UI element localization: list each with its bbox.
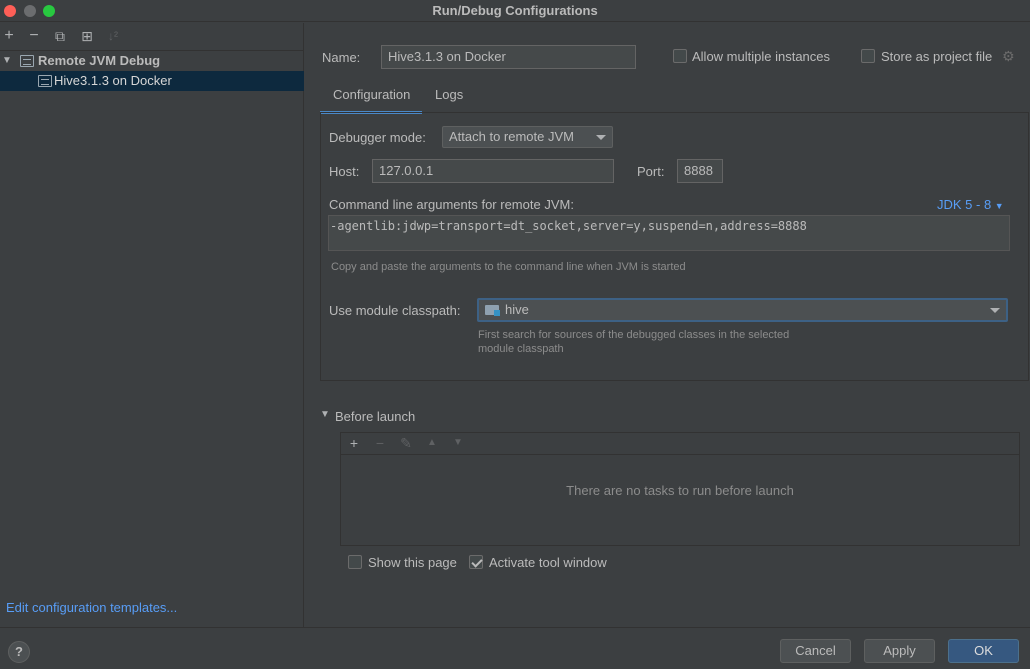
module-classpath-select[interactable]: hive (477, 298, 1008, 322)
remote-debug-icon (20, 55, 34, 67)
tab-logs[interactable]: Logs (422, 84, 476, 114)
title-bar: Run/Debug Configurations (0, 0, 1030, 22)
chevron-down-icon[interactable]: ▼ (320, 409, 330, 420)
remote-debug-icon (38, 75, 52, 87)
activate-tool-window-label: Activate tool window (489, 555, 607, 570)
chevron-down-icon[interactable]: ▼ (2, 51, 14, 71)
module-hint-line-2: module classpath (478, 343, 564, 355)
gear-icon[interactable]: ⚙ (1002, 48, 1015, 65)
cmd-args-field[interactable]: -agentlib:jdwp=transport=dt_socket,serve… (328, 215, 1010, 251)
dropdown-arrow-icon (596, 135, 606, 140)
tree-group-label: Remote JVM Debug (38, 53, 161, 68)
dropdown-arrow-icon (990, 308, 1000, 313)
port-field[interactable]: 8888 (677, 159, 723, 183)
dialog-footer: ? Cancel Apply OK (0, 627, 1030, 669)
debugger-mode-value: Attach to remote JVM (449, 129, 574, 144)
jdk-version-select[interactable]: JDK 5 - 8 ▼ (937, 197, 1004, 212)
edit-configuration-templates-link[interactable]: Edit configuration templates... (6, 600, 177, 615)
module-hint-line-1: First search for sources of the debugged… (478, 329, 790, 341)
add-task-icon[interactable]: + (346, 435, 362, 451)
port-label: Port: (637, 164, 665, 179)
debugger-mode-select[interactable]: Attach to remote JVM (442, 126, 613, 148)
empty-tasks-text: There are no tasks to run before launch (566, 483, 794, 498)
before-launch-toolbar: + − ✎ ▲ ▼ (341, 433, 1019, 455)
allow-multiple-label: Allow multiple instances (692, 49, 831, 64)
chevron-down-icon: ▼ (994, 201, 1004, 211)
new-folder-icon[interactable]: ⊞ (78, 27, 96, 45)
window-title: Run/Debug Configurations (432, 3, 598, 18)
ok-button[interactable]: OK (948, 639, 1019, 663)
edit-task-icon[interactable]: ✎ (398, 435, 414, 452)
tree-item-hive-docker[interactable]: Hive3.1.3 on Docker (0, 71, 304, 91)
configurations-sidebar: + − ⧉ ⊞ ↓² ▼ Remote JVM Debug Hive3.1.3 … (0, 23, 304, 627)
before-launch-list: + − ✎ ▲ ▼ There are no tasks to run befo… (340, 432, 1020, 546)
activate-tool-window-checkbox[interactable] (469, 555, 483, 569)
module-folder-icon (485, 305, 500, 316)
tree-group-remote-jvm-debug[interactable]: ▼ Remote JVM Debug (0, 51, 304, 71)
cmd-args-value: -agentlib:jdwp=transport=dt_socket,serve… (330, 219, 807, 233)
help-icon[interactable]: ? (8, 641, 30, 663)
tab-configuration[interactable]: Configuration (320, 84, 422, 114)
before-launch-label[interactable]: Before launch (335, 409, 415, 424)
remove-icon[interactable]: − (25, 27, 43, 45)
show-page-label: Show this page (368, 555, 457, 570)
name-field[interactable]: Hive3.1.3 on Docker (381, 45, 636, 69)
show-page-checkbox[interactable] (348, 555, 362, 569)
store-project-file-label: Store as project file (881, 49, 993, 64)
module-classpath-label: Use module classpath: (329, 303, 461, 318)
move-down-icon[interactable]: ▼ (450, 437, 466, 448)
host-label: Host: (329, 164, 360, 179)
host-field[interactable]: 127.0.0.1 (372, 159, 614, 183)
copy-icon[interactable]: ⧉ (51, 27, 69, 45)
cancel-button[interactable]: Cancel (780, 639, 851, 663)
add-icon[interactable]: + (0, 27, 18, 45)
configuration-editor: Name: Hive3.1.3 on Docker Allow multiple… (305, 23, 1030, 627)
remove-task-icon[interactable]: − (372, 435, 388, 451)
move-up-icon[interactable]: ▲ (424, 437, 440, 448)
store-project-file-checkbox[interactable] (861, 49, 875, 63)
module-badge-icon (494, 310, 500, 316)
allow-multiple-checkbox[interactable] (673, 49, 687, 63)
name-label: Name: (322, 50, 361, 65)
tree-item-label: Hive3.1.3 on Docker (54, 73, 172, 88)
apply-button[interactable]: Apply (864, 639, 935, 663)
debugger-mode-label: Debugger mode: (329, 130, 426, 145)
jdk-version-label: JDK 5 - 8 (937, 197, 995, 212)
module-classpath-value: hive (505, 302, 529, 317)
sort-icon[interactable]: ↓² (104, 27, 122, 45)
sidebar-toolbar: + − ⧉ ⊞ ↓² (0, 23, 304, 51)
cmd-args-hint: Copy and paste the arguments to the comm… (331, 261, 686, 273)
cmd-args-label: Command line arguments for remote JVM: (329, 197, 574, 212)
